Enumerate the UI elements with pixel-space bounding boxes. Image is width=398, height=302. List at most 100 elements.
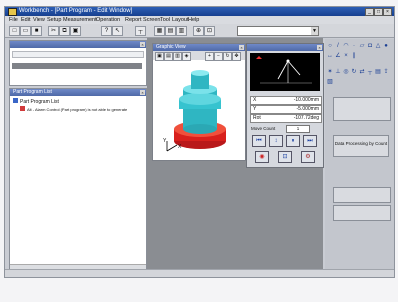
help-icon[interactable]: ? — [101, 26, 112, 36]
program-row-selected[interactable] — [12, 63, 142, 69]
alarm-icon — [20, 106, 25, 111]
step-forward-icon[interactable]: ⏭ — [303, 135, 317, 147]
record-icon[interactable]: ◉ — [255, 151, 269, 163]
menu-measurement[interactable]: Measurement — [63, 17, 97, 23]
close-icon[interactable]: × — [383, 8, 392, 16]
copy-icon[interactable]: ⧉ — [59, 26, 70, 36]
move-count-input[interactable]: 1 — [286, 125, 310, 133]
coordinate-tool-icon[interactable]: ✶ — [327, 69, 333, 75]
tree-child[interactable]: Alt - Alarm Control (Part program) is no… — [20, 106, 142, 112]
title-bar: Workbench - [Part Program - Edit Window]… — [5, 7, 394, 16]
zoom-in-icon[interactable]: + — [205, 52, 214, 61]
cone-tool-icon[interactable]: △ — [375, 43, 381, 49]
parallel-tool-icon[interactable]: ∥ — [351, 53, 357, 59]
chevron-down-icon[interactable]: ▼ — [311, 27, 318, 35]
circle-tool-icon[interactable]: ○ — [327, 43, 333, 49]
menu-file[interactable]: File — [9, 17, 18, 23]
cylinder-tool-icon[interactable]: ◘ — [367, 43, 373, 49]
pan-icon[interactable]: ✥ — [232, 52, 241, 61]
axis-x-label: X — [178, 144, 182, 150]
layout-icon[interactable]: ▥ — [176, 26, 187, 36]
close-icon[interactable]: × — [140, 90, 145, 95]
view-side-icon[interactable]: ▥ — [173, 52, 182, 61]
menu-edit[interactable]: Edit — [21, 17, 30, 23]
step-back-icon[interactable]: ⏮ — [252, 135, 266, 147]
align-tool-icon[interactable]: ⊥ — [335, 69, 341, 75]
table-icon[interactable]: ▤ — [165, 26, 176, 36]
zoom-icon[interactable]: ⊕ — [193, 26, 204, 36]
probe-change-icon[interactable]: ┬ — [367, 69, 373, 75]
zoom-out-icon[interactable]: − — [214, 52, 223, 61]
axis-y-label: Y — [163, 138, 167, 144]
readout-title: × — [247, 44, 323, 51]
data-processing-button[interactable]: Data Processing by Count — [333, 135, 389, 157]
arc-tool-icon[interactable]: ◠ — [343, 43, 349, 49]
app-window: Workbench - [Part Program - Edit Window]… — [4, 6, 395, 278]
origin-tool-icon[interactable]: ◎ — [343, 69, 349, 75]
new-file-icon[interactable]: □ — [9, 26, 20, 36]
export-icon[interactable]: ⇪ — [383, 69, 389, 75]
close-icon[interactable]: × — [317, 45, 322, 50]
minimize-icon[interactable]: _ — [365, 8, 374, 16]
fit-icon[interactable]: ⊡ — [204, 26, 215, 36]
view-iso-icon[interactable]: ◈ — [182, 52, 191, 61]
view-top-icon[interactable]: ▤ — [164, 52, 173, 61]
main-toolbar: □ ▭ ■ ✂ ⧉ ▣ ? ↖ ┬ ▦ ▤ ▥ ⊕ ⊡ ▼ — [5, 24, 394, 38]
status-bar — [5, 269, 394, 277]
right-tool-panel: ○ / ◠ · ▱ ◘ △ ● ↔ ∠ × ∥ ✶ ⊥ ◎ ↻ ⇄ ┬ ▤ ⇪ … — [325, 39, 394, 277]
close-icon[interactable]: × — [239, 45, 244, 50]
save-icon[interactable]: ■ — [31, 26, 42, 36]
view-front-icon[interactable]: ▣ — [155, 52, 164, 61]
paste-icon[interactable]: ▣ — [70, 26, 81, 36]
app-icon — [8, 8, 17, 16]
move-count-label: Move Count — [251, 126, 276, 131]
line-tool-icon[interactable]: / — [335, 43, 341, 49]
menu-help[interactable]: Help — [188, 17, 199, 23]
angle-tool-icon[interactable]: ∠ — [335, 53, 341, 59]
measure-icon[interactable]: ▧ — [327, 79, 333, 85]
graphic-viewport: Graphic View × ▣ ▤ ▥ ◈ + − ↻ ✥ X Y — [152, 43, 246, 161]
menu-setup[interactable]: Setup — [47, 17, 61, 23]
shift-axis-icon[interactable]: ⇄ — [359, 69, 365, 75]
distance-tool-icon[interactable]: ↔ — [327, 53, 333, 59]
action-button-3[interactable] — [333, 187, 391, 203]
blank-action-button[interactable] — [333, 97, 391, 121]
camera-icon[interactable]: ⊡ — [278, 151, 292, 163]
top-left-panel-title: × — [10, 41, 146, 48]
cut-icon[interactable]: ✂ — [48, 26, 59, 36]
readout-row-rot: Rot -107.72deg — [250, 114, 322, 123]
maximize-icon[interactable]: □ — [374, 8, 383, 16]
probe-icon[interactable]: ┬ — [135, 26, 146, 36]
menu-operation[interactable]: Operation — [96, 17, 120, 23]
viewport-title: Graphic View × — [153, 44, 245, 51]
rotate-icon[interactable]: ↻ — [223, 52, 232, 61]
intersect-tool-icon[interactable]: × — [343, 53, 349, 59]
part-program-tree-panel: Part Program List × Part Program List Alt… — [9, 88, 147, 272]
readout-row-y: Y -5.000mm — [250, 105, 322, 114]
grid-icon[interactable]: ▦ — [154, 26, 165, 36]
program-combo[interactable]: ▼ — [237, 26, 319, 36]
action-button-4[interactable] — [333, 205, 391, 221]
close-icon[interactable]: × — [140, 42, 145, 47]
tree-root[interactable]: Part Program List — [13, 98, 59, 105]
pointer-icon[interactable]: ↖ — [112, 26, 123, 36]
expand-icon[interactable]: ↕ — [269, 135, 283, 147]
part-model-3d[interactable] — [153, 61, 245, 159]
sphere-tool-icon[interactable]: ● — [383, 43, 389, 49]
menu-view[interactable]: View — [33, 17, 45, 23]
pause-icon[interactable]: ⏸ — [286, 135, 300, 147]
menu-layout[interactable]: Layout — [172, 17, 189, 23]
tree-panel-title: Part Program List × — [10, 89, 146, 96]
readout-dialog: × X -10.000mm Y -5.000mm Rot -107.72deg Mov… — [246, 43, 324, 168]
open-folder-icon[interactable]: ▭ — [20, 26, 31, 36]
plane-tool-icon[interactable]: ▱ — [359, 43, 365, 49]
point-tool-icon[interactable]: · — [351, 43, 357, 49]
window-title: Workbench - [Part Program - Edit Window] — [19, 8, 133, 14]
menu-report-screen[interactable]: Report Screen — [125, 17, 160, 23]
report-icon[interactable]: ▤ — [375, 69, 381, 75]
menu-tool[interactable]: Tool — [160, 17, 170, 23]
program-list-header[interactable] — [12, 51, 144, 58]
rotate-axis-icon[interactable]: ↻ — [351, 69, 357, 75]
settings-icon[interactable]: ⚙ — [301, 151, 315, 163]
folder-icon — [13, 98, 18, 103]
